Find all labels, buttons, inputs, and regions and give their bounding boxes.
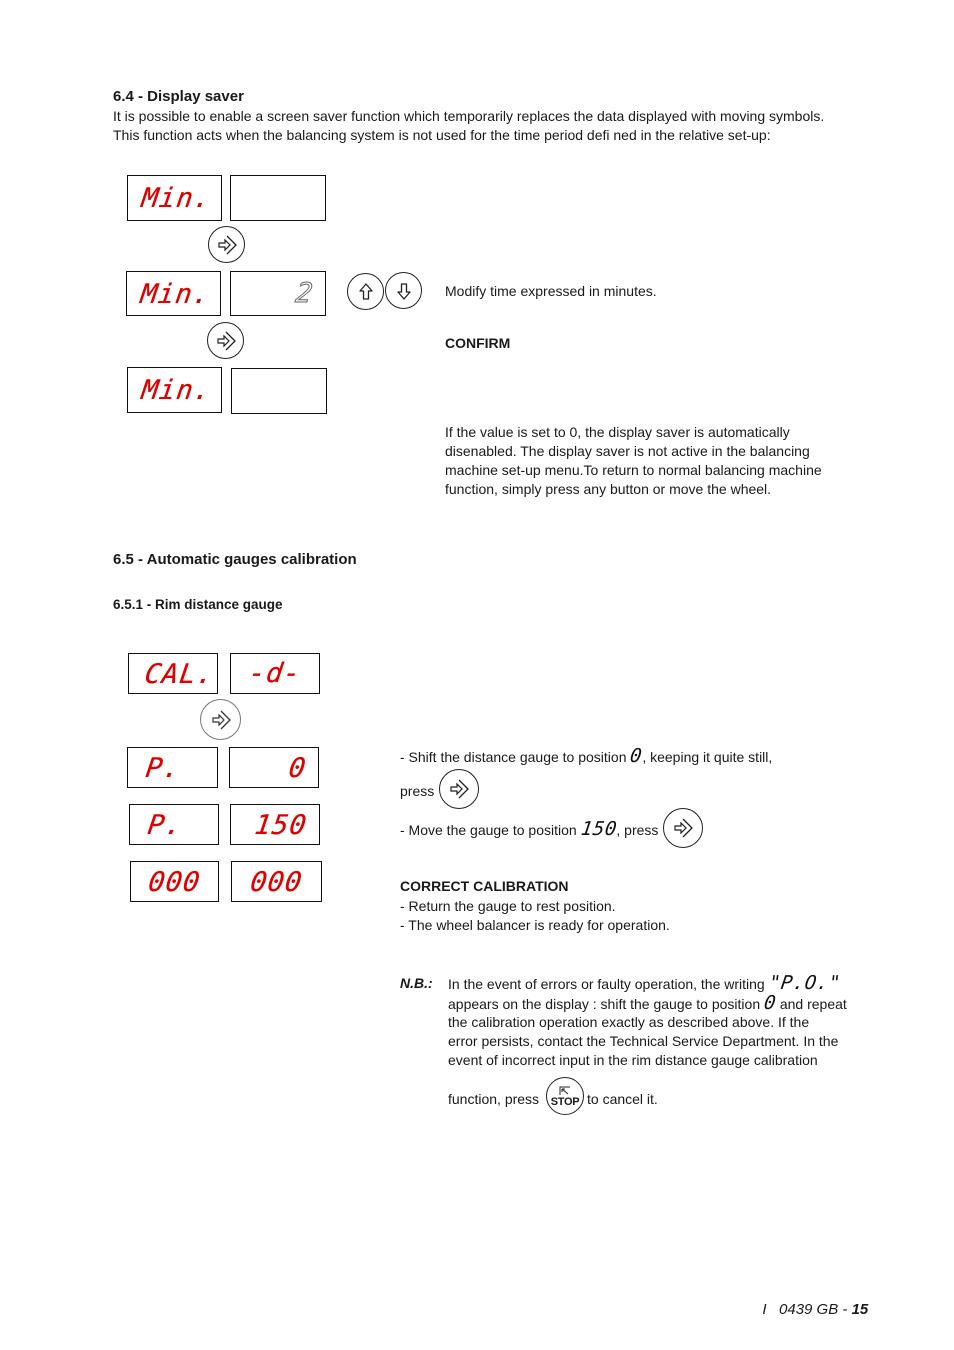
step-2-text-a: - Move the gauge to position bbox=[400, 822, 581, 838]
enter-button[interactable] bbox=[208, 226, 245, 263]
section-6-5-1-subheading: 6.5.1 - Rim distance gauge bbox=[113, 597, 283, 612]
down-button[interactable] bbox=[385, 272, 422, 309]
step-1-text: - Shift the distance gauge to position 0… bbox=[400, 745, 773, 767]
nb-line-2: appears on the display : shift the gauge… bbox=[448, 992, 847, 1014]
display-text: 0 bbox=[286, 753, 309, 784]
enter-button[interactable] bbox=[200, 699, 241, 740]
enter-arrow-icon bbox=[211, 710, 231, 729]
display-saver-note: If the value is set to 0, the display sa… bbox=[445, 423, 822, 499]
right-display-value-2: 2 bbox=[230, 271, 326, 316]
enter-arrow-icon bbox=[217, 235, 237, 254]
enter-arrow-icon bbox=[216, 331, 236, 350]
correct-calibration-line: - The wheel balancer is ready for operat… bbox=[400, 917, 670, 933]
section-6-4-heading: 6.4 - Display saver bbox=[113, 88, 244, 105]
right-display-blank-1 bbox=[230, 175, 326, 221]
left-display-min-1: Min. bbox=[127, 175, 222, 221]
enter-button[interactable] bbox=[207, 322, 244, 359]
note-line: If the value is set to 0, the display sa… bbox=[445, 424, 790, 440]
down-arrow-icon bbox=[396, 282, 411, 300]
display-text: 2 bbox=[293, 278, 316, 310]
left-display-cal: CAL. bbox=[128, 653, 218, 694]
right-display-000: 000 bbox=[231, 861, 322, 902]
up-button[interactable] bbox=[347, 273, 384, 310]
stop-button[interactable]: STOP bbox=[546, 1077, 584, 1115]
step-1-text-b: , keeping it quite still, bbox=[642, 749, 773, 765]
right-display-blank-3 bbox=[231, 368, 327, 414]
section-6-4-intro-line-2: This function acts when the balancing sy… bbox=[113, 127, 771, 143]
correct-calibration-list: - Return the gauge to rest position. - T… bbox=[400, 897, 670, 935]
right-display-d: -d- bbox=[230, 653, 320, 694]
section-6-5-heading: 6.5 - Automatic gauges calibration bbox=[113, 551, 357, 568]
stop-corner-arrow-icon bbox=[559, 1086, 570, 1095]
display-text: 000 bbox=[146, 867, 203, 898]
up-arrow-icon bbox=[358, 282, 373, 300]
nb-line-2-text-b: and repeat bbox=[775, 996, 847, 1012]
display-text: Min. bbox=[138, 279, 213, 310]
page-number: 15 bbox=[851, 1301, 869, 1318]
enter-arrow-icon bbox=[674, 818, 693, 838]
display-text: P. bbox=[143, 753, 183, 784]
enter-button[interactable] bbox=[663, 808, 703, 848]
section-6-4-intro-line-1: It is possible to enable a screen saver … bbox=[113, 108, 825, 124]
enter-arrow-icon bbox=[450, 779, 469, 799]
nb-line-1-text: In the event of errors or faulty operati… bbox=[448, 976, 769, 992]
correct-calibration-line: - Return the gauge to rest position. bbox=[400, 898, 616, 914]
nb-last-line-a: function, press bbox=[448, 1091, 540, 1107]
nb-line: error persists, contact the Technical Se… bbox=[448, 1033, 839, 1049]
left-display-min-3: Min. bbox=[127, 367, 222, 413]
nb-line-2-text-a: appears on the display : shift the gauge… bbox=[448, 996, 764, 1012]
footer-doc-code: I 0439 GB - bbox=[762, 1301, 852, 1318]
step-2-text: - Move the gauge to position 150, press bbox=[400, 818, 659, 840]
display-text: Min. bbox=[139, 183, 214, 214]
display-text: 150 bbox=[253, 810, 310, 841]
right-display-zero: 0 bbox=[229, 747, 319, 788]
left-display-000: 000 bbox=[130, 861, 219, 902]
note-line: function, simply press any button or mov… bbox=[445, 481, 772, 497]
error-code-value: "P.O." bbox=[767, 972, 842, 994]
confirm-label: CONFIRM bbox=[445, 335, 511, 351]
nb-label: N.B.: bbox=[400, 975, 433, 991]
display-text: Min. bbox=[139, 375, 214, 406]
page-footer: I 0439 GB - 15 bbox=[754, 1284, 868, 1318]
step-1-press-label: press bbox=[400, 783, 435, 799]
display-text: -d- bbox=[246, 658, 304, 689]
nb-paragraph: the calibration operation exactly as des… bbox=[448, 1013, 838, 1070]
enter-button[interactable] bbox=[439, 769, 479, 809]
position-150-value: 150 bbox=[579, 818, 619, 840]
display-text: P. bbox=[145, 810, 185, 841]
nb-line-1: In the event of errors or faulty operati… bbox=[448, 972, 842, 994]
left-display-p-1: P. bbox=[127, 747, 218, 788]
note-line: disenabled. The display saver is not act… bbox=[445, 443, 810, 459]
left-display-p-2: P. bbox=[129, 804, 219, 845]
modify-time-text: Modify time expressed in minutes. bbox=[445, 283, 657, 299]
note-line: machine set-up menu.To return to normal … bbox=[445, 462, 822, 478]
right-display-150: 150 bbox=[230, 804, 320, 845]
nb-last-line-b: to cancel it. bbox=[587, 1091, 658, 1107]
display-text: 000 bbox=[248, 867, 305, 898]
step-2-text-b: , press bbox=[616, 822, 659, 838]
left-display-min-2: Min. bbox=[126, 271, 221, 316]
nb-line: the calibration operation exactly as des… bbox=[448, 1014, 810, 1030]
nb-line: event of incorrect input in the rim dist… bbox=[448, 1052, 818, 1068]
step-1-text-a: - Shift the distance gauge to position bbox=[400, 749, 631, 765]
display-text: CAL. bbox=[142, 659, 217, 690]
stop-label: STOP bbox=[550, 1095, 580, 1108]
correct-calibration-heading: CORRECT CALIBRATION bbox=[400, 878, 569, 894]
